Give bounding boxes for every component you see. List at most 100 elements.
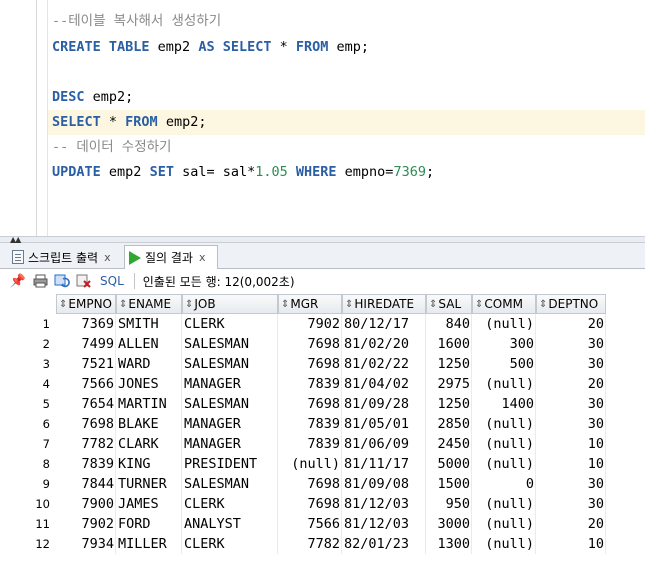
- sort-icon[interactable]: ⇕: [119, 299, 127, 310]
- table-cell-comm[interactable]: (null): [474, 434, 534, 454]
- sort-icon[interactable]: ⇕: [429, 299, 437, 310]
- table-cell-sal[interactable]: 2850: [428, 414, 470, 434]
- table-cell-empno[interactable]: 7782: [58, 434, 114, 454]
- table-cell-hiredate[interactable]: 81/05/01: [344, 414, 424, 434]
- table-cell-job[interactable]: SALESMAN: [184, 474, 276, 494]
- table-cell-ename[interactable]: BLAKE: [118, 414, 180, 434]
- row-number[interactable]: 11: [8, 517, 50, 531]
- table-cell-ename[interactable]: SMITH: [118, 314, 180, 334]
- table-cell-comm[interactable]: 300: [474, 334, 534, 354]
- column-header-hiredate[interactable]: ⇕ HIREDATE: [342, 294, 426, 314]
- row-number[interactable]: 3: [8, 357, 50, 371]
- table-cell-job[interactable]: SALESMAN: [184, 394, 276, 414]
- column-header-deptno[interactable]: ⇕ DEPTNO: [536, 294, 606, 314]
- table-cell-ename[interactable]: MILLER: [118, 534, 180, 554]
- table-cell-sal[interactable]: 1250: [428, 394, 470, 414]
- column-header-comm[interactable]: ⇕ COMM: [472, 294, 536, 314]
- table-cell-mgr[interactable]: 7698: [280, 334, 340, 354]
- table-cell-comm[interactable]: (null): [474, 514, 534, 534]
- sql-button[interactable]: SQL: [100, 274, 124, 288]
- table-cell-empno[interactable]: 7499: [58, 334, 114, 354]
- table-cell-deptno[interactable]: 10: [538, 454, 604, 474]
- code-line-2[interactable]: CREATE TABLE emp2 AS SELECT * FROM emp;: [52, 35, 369, 60]
- table-cell-mgr[interactable]: 7839: [280, 374, 340, 394]
- cancel-query-icon[interactable]: [76, 273, 92, 289]
- table-cell-job[interactable]: SALESMAN: [184, 354, 276, 374]
- table-cell-comm[interactable]: (null): [474, 314, 534, 334]
- table-cell-sal[interactable]: 1250: [428, 354, 470, 374]
- row-number[interactable]: 1: [8, 317, 50, 331]
- table-cell-job[interactable]: CLERK: [184, 494, 276, 514]
- table-cell-ename[interactable]: MARTIN: [118, 394, 180, 414]
- table-cell-job[interactable]: ANALYST: [184, 514, 276, 534]
- table-cell-empno[interactable]: 7844: [58, 474, 114, 494]
- row-number[interactable]: 2: [8, 337, 50, 351]
- sort-icon[interactable]: ⇕: [539, 299, 547, 310]
- table-cell-hiredate[interactable]: 81/09/08: [344, 474, 424, 494]
- table-cell-deptno[interactable]: 20: [538, 514, 604, 534]
- table-cell-ename[interactable]: JONES: [118, 374, 180, 394]
- table-cell-hiredate[interactable]: 80/12/17: [344, 314, 424, 334]
- table-cell-deptno[interactable]: 10: [538, 434, 604, 454]
- row-number[interactable]: 6: [8, 417, 50, 431]
- table-cell-hiredate[interactable]: 81/02/22: [344, 354, 424, 374]
- table-cell-comm[interactable]: 0: [474, 474, 534, 494]
- column-header-ename[interactable]: ⇕ ENAME: [116, 294, 182, 314]
- table-cell-comm[interactable]: (null): [474, 454, 534, 474]
- tab-query-result-close-icon[interactable]: x: [199, 251, 206, 264]
- code-line-7[interactable]: UPDATE emp2 SET sal= sal*1.05 WHERE empn…: [52, 160, 434, 185]
- table-cell-comm[interactable]: (null): [474, 414, 534, 434]
- table-cell-empno[interactable]: 7902: [58, 514, 114, 534]
- column-header-sal[interactable]: ⇕ SAL: [426, 294, 472, 314]
- table-cell-sal[interactable]: 950: [428, 494, 470, 514]
- table-cell-comm[interactable]: 500: [474, 354, 534, 374]
- code-line-1[interactable]: --테이블 복사해서 생성하기: [52, 9, 221, 34]
- table-cell-mgr[interactable]: 7839: [280, 414, 340, 434]
- table-cell-ename[interactable]: WARD: [118, 354, 180, 374]
- row-number[interactable]: 7: [8, 437, 50, 451]
- column-header-mgr[interactable]: ⇕ MGR: [278, 294, 342, 314]
- table-cell-mgr[interactable]: 7566: [280, 514, 340, 534]
- table-cell-hiredate[interactable]: 81/04/02: [344, 374, 424, 394]
- row-number[interactable]: 9: [8, 477, 50, 491]
- table-cell-job[interactable]: CLERK: [184, 534, 276, 554]
- table-cell-ename[interactable]: CLARK: [118, 434, 180, 454]
- column-header-job[interactable]: ⇕ JOB: [182, 294, 278, 314]
- table-cell-job[interactable]: MANAGER: [184, 434, 276, 454]
- pin-icon[interactable]: 📌: [10, 273, 26, 289]
- table-cell-mgr[interactable]: 7902: [280, 314, 340, 334]
- table-cell-mgr[interactable]: (null): [280, 454, 340, 474]
- table-cell-comm[interactable]: (null): [474, 494, 534, 514]
- code-line-6[interactable]: -- 데이터 수정하기: [52, 135, 171, 160]
- table-cell-comm[interactable]: 1400: [474, 394, 534, 414]
- table-cell-deptno[interactable]: 30: [538, 354, 604, 374]
- row-number[interactable]: 12: [8, 537, 50, 551]
- pane-splitter[interactable]: ▲▲: [0, 235, 645, 244]
- table-cell-ename[interactable]: TURNER: [118, 474, 180, 494]
- table-cell-empno[interactable]: 7521: [58, 354, 114, 374]
- sort-icon[interactable]: ⇕: [185, 299, 193, 310]
- sort-icon[interactable]: ⇕: [59, 299, 67, 310]
- table-cell-sal[interactable]: 1600: [428, 334, 470, 354]
- table-cell-deptno[interactable]: 30: [538, 474, 604, 494]
- table-cell-deptno[interactable]: 20: [538, 314, 604, 334]
- table-cell-sal[interactable]: 2975: [428, 374, 470, 394]
- table-cell-ename[interactable]: JAMES: [118, 494, 180, 514]
- table-cell-ename[interactable]: ALLEN: [118, 334, 180, 354]
- sql-worksheet-editor[interactable]: --테이블 복사해서 생성하기 CREATE TABLE emp2 AS SELE…: [0, 0, 645, 236]
- table-cell-empno[interactable]: 7839: [58, 454, 114, 474]
- table-cell-job[interactable]: MANAGER: [184, 414, 276, 434]
- row-number[interactable]: 4: [8, 377, 50, 391]
- table-cell-comm[interactable]: (null): [474, 534, 534, 554]
- row-number[interactable]: 8: [8, 457, 50, 471]
- table-cell-deptno[interactable]: 30: [538, 414, 604, 434]
- table-cell-hiredate[interactable]: 81/12/03: [344, 514, 424, 534]
- table-cell-sal[interactable]: 1300: [428, 534, 470, 554]
- table-cell-job[interactable]: CLERK: [184, 314, 276, 334]
- table-cell-sal[interactable]: 1500: [428, 474, 470, 494]
- row-number[interactable]: 5: [8, 397, 50, 411]
- table-cell-hiredate[interactable]: 81/06/09: [344, 434, 424, 454]
- refresh-icon[interactable]: [54, 273, 70, 289]
- code-line-4[interactable]: DESC emp2;: [52, 85, 133, 110]
- table-cell-deptno[interactable]: 10: [538, 534, 604, 554]
